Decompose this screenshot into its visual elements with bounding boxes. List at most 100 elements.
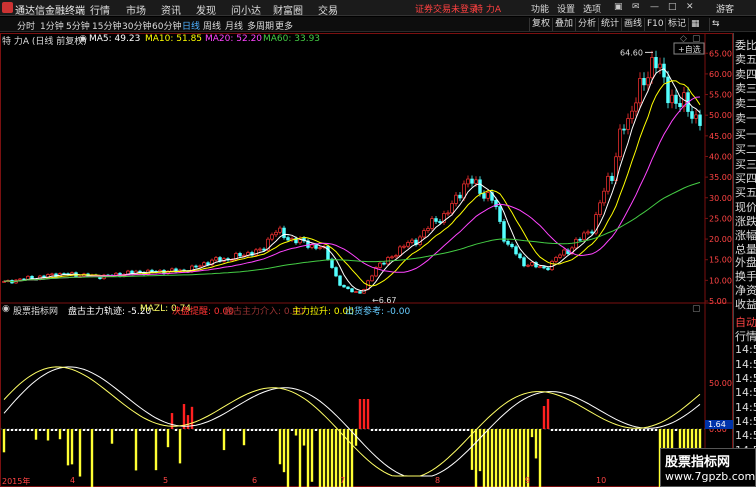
x-axis-month-9: 9 xyxy=(525,476,531,485)
f10-button[interactable]: F10 xyxy=(644,18,666,31)
menu-market[interactable]: 市场 xyxy=(126,2,146,17)
analysis-button[interactable]: 分析 xyxy=(575,18,598,31)
tab-timeshare[interactable]: 分时 xyxy=(17,19,35,32)
restore-rights-button[interactable]: 复权 xyxy=(529,18,552,31)
price-axis-label: 5.00 xyxy=(709,297,727,306)
tab-daily[interactable]: 日线 xyxy=(182,19,200,32)
indicator-current-value: 1.64 xyxy=(708,420,726,429)
close-icon[interactable]: ✕ xyxy=(686,2,694,12)
histogram-bar xyxy=(270,429,274,431)
tab-30min[interactable]: 30分钟 xyxy=(122,19,151,32)
histogram-bar xyxy=(142,429,146,431)
order-book-label: 卖一 xyxy=(735,112,756,125)
candle-body xyxy=(578,238,582,241)
histogram-bar xyxy=(14,429,18,431)
menu-discover[interactable]: 发现 xyxy=(196,2,216,17)
minimize-icon[interactable]: — xyxy=(650,2,659,12)
tab-15min[interactable]: 15分钟 xyxy=(92,19,121,32)
menu-functions[interactable]: 功能 xyxy=(531,2,549,15)
histogram-bar xyxy=(370,429,374,431)
maximize-icon[interactable]: □ xyxy=(668,2,677,12)
tab-60min[interactable]: 60分钟 xyxy=(152,19,181,32)
candle-body xyxy=(518,253,522,259)
histogram-bar xyxy=(38,429,42,431)
histogram-bar xyxy=(590,429,594,431)
histogram-bar xyxy=(378,429,382,431)
candle-body xyxy=(674,94,678,104)
histogram-bar xyxy=(402,429,406,431)
histogram-bar xyxy=(586,429,590,431)
kline-chart[interactable]: 65.0060.0055.0050.0045.0040.0035.0030.00… xyxy=(0,33,733,487)
candle-body xyxy=(430,218,434,229)
histogram-bar xyxy=(546,399,550,429)
histogram-bar xyxy=(626,429,630,431)
tab-multi-period[interactable]: 多周期 xyxy=(247,19,274,32)
histogram-bar xyxy=(210,429,214,431)
histogram-bar xyxy=(518,429,522,487)
watermark-title: 股票指标网 xyxy=(665,455,731,470)
candle-body xyxy=(610,175,614,181)
tab-monthly[interactable]: 月线 xyxy=(225,19,243,32)
high-price-label: 64.60 xyxy=(620,48,643,57)
x-axis-month-6: 6 xyxy=(252,476,258,485)
histogram-bar xyxy=(62,429,66,431)
candle-body xyxy=(618,128,622,158)
histogram-bar xyxy=(418,429,422,431)
order-book-label: 买一 xyxy=(735,128,756,141)
candle-body xyxy=(286,237,290,241)
indicator-name[interactable]: 股票指标网 xyxy=(13,304,58,317)
tab-weekly[interactable]: 周线 xyxy=(203,19,221,32)
menu-news[interactable]: 资讯 xyxy=(161,2,181,17)
candle-body xyxy=(346,286,350,290)
histogram-bar xyxy=(650,429,654,431)
message-icon[interactable]: ✉ xyxy=(632,2,640,12)
chart-settings-icon[interactable]: ◇ xyxy=(680,34,687,44)
histogram-bar xyxy=(186,415,190,429)
indicator-icon[interactable]: ◉ xyxy=(2,304,10,314)
order-book-label: 卖二 xyxy=(735,97,756,110)
candle-body xyxy=(278,227,282,233)
tab-1min[interactable]: 1分钟 xyxy=(40,19,64,32)
login-notice[interactable]: 证券交易未登录 xyxy=(415,2,478,15)
histogram-bar xyxy=(178,429,182,464)
indicator-close-icon[interactable]: ▢ xyxy=(692,304,701,314)
histogram-bar xyxy=(390,429,394,431)
menu-options[interactable]: 选项 xyxy=(583,2,601,15)
expand-icon[interactable]: ⇆ xyxy=(709,18,722,31)
chart-menu-icon[interactable]: ◉ xyxy=(79,34,87,44)
candle-body xyxy=(590,231,594,234)
user-label[interactable]: 游客 xyxy=(716,2,734,15)
candle-body xyxy=(26,275,30,280)
histogram-bar xyxy=(222,429,226,451)
menu-settings[interactable]: 设置 xyxy=(557,2,575,15)
histogram-bar xyxy=(242,429,246,446)
candle-body xyxy=(522,257,526,267)
overlay-button[interactable]: 叠加 xyxy=(552,18,575,31)
candle-body xyxy=(18,278,22,281)
skin-icon[interactable]: ▣ xyxy=(614,2,623,12)
histogram-bar xyxy=(550,429,554,431)
menu-ask[interactable]: 问小达 xyxy=(231,2,261,17)
histogram-bar xyxy=(618,429,622,431)
draw-line-button[interactable]: 画线 xyxy=(621,18,644,31)
statistics-button[interactable]: 统计 xyxy=(598,18,621,31)
track-value: 盘古主力轨迹: -5.20 xyxy=(68,307,152,317)
tab-5min[interactable]: 5分钟 xyxy=(66,19,90,32)
price-axis-label: 35.00 xyxy=(709,173,732,182)
candle-body xyxy=(622,128,626,131)
tab-more[interactable]: 更多 xyxy=(275,19,293,32)
menu-wealth[interactable]: 财富圈 xyxy=(273,2,303,17)
candle-body xyxy=(606,175,610,192)
histogram-bar xyxy=(454,429,458,431)
menu-quotes[interactable]: 行情 xyxy=(90,2,110,17)
histogram-bar xyxy=(478,429,482,472)
candle-body xyxy=(538,266,542,268)
mark-button[interactable]: 标记 xyxy=(665,18,688,31)
histogram-bar xyxy=(250,429,254,431)
order-book-label: 14:5 xyxy=(735,372,756,385)
histogram-bar xyxy=(334,429,338,487)
layout-icon[interactable]: ▦ xyxy=(688,18,702,31)
histogram-bar xyxy=(74,429,78,431)
chart-close-icon[interactable]: ▢ xyxy=(692,34,701,44)
menu-trade[interactable]: 交易 xyxy=(318,2,338,17)
